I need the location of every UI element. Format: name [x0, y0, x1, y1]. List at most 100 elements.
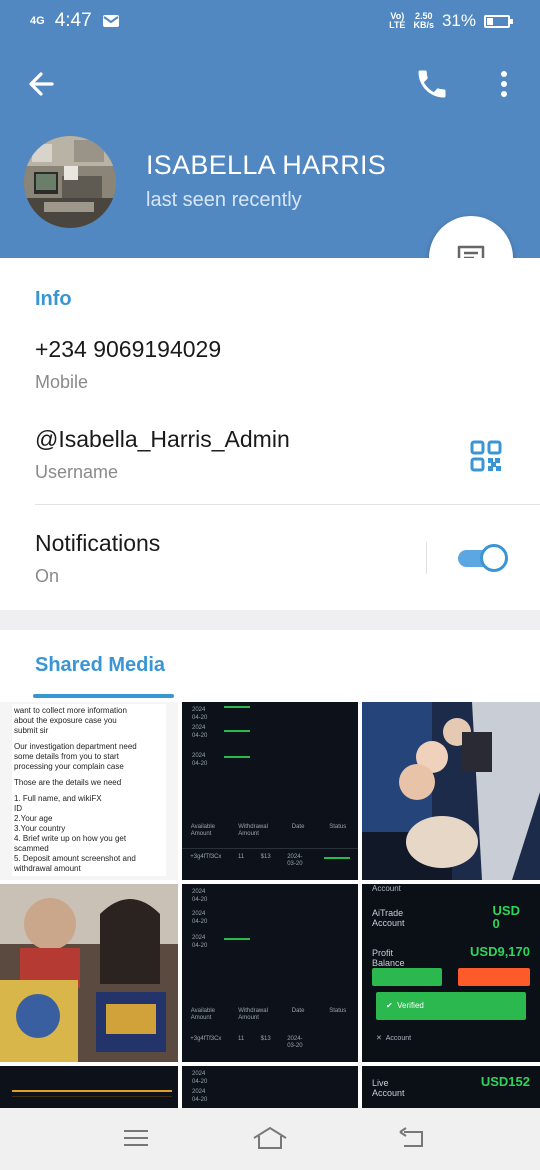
- date-cell: 2024: [192, 725, 206, 731]
- network-speed: 2.50 KB/s: [413, 11, 434, 30]
- document-line: 4. Brief write up on how you get: [14, 834, 127, 843]
- dots-vertical-icon: [501, 71, 507, 97]
- document-line: ID: [14, 804, 22, 813]
- document-line: some details from you to start: [14, 752, 119, 761]
- home-button[interactable]: [252, 1124, 288, 1152]
- table-header: Available Amount: [190, 1008, 215, 1021]
- notifications-label: Notifications: [35, 530, 161, 556]
- table-cell: 11: [237, 854, 245, 860]
- verified-badge: ✔ Verified: [376, 992, 526, 1020]
- recent-apps-button[interactable]: [120, 1124, 152, 1152]
- date-cell: 04-20: [192, 897, 208, 903]
- media-thumb-account-screenshot[interactable]: Account AiTrade Account USD 0 Profit Bal…: [362, 884, 540, 1062]
- status-bar-green: [224, 756, 250, 758]
- account-row: ✕ Account: [376, 1035, 412, 1042]
- notifications-toggle[interactable]: [458, 544, 508, 572]
- media-thumb-chart[interactable]: [0, 1066, 178, 1108]
- media-thumb-table-screenshot-3[interactable]: 2024 04-20 2024 04-20: [182, 1066, 358, 1108]
- document-line: scammed: [14, 844, 49, 853]
- avatar[interactable]: [24, 136, 116, 228]
- battery-icon: [484, 14, 513, 28]
- date-cell: 2024: [192, 889, 206, 895]
- shared-media-section: Shared Media want to collect more inform…: [0, 630, 540, 1108]
- clock: 4:47: [54, 10, 92, 31]
- award-photo: [0, 884, 178, 1062]
- media-thumb-table-screenshot[interactable]: 2024 04-20 2024 04-20 2024 04-20 Availab…: [182, 702, 358, 880]
- table-header: Available Amount: [190, 824, 215, 837]
- back-button[interactable]: [24, 66, 60, 102]
- document-line: about the exposure case you: [14, 716, 117, 725]
- status-bar-green: [224, 730, 250, 732]
- network-signal: 4G: [30, 14, 45, 27]
- live-value: USD152: [480, 1074, 530, 1089]
- chart-line: [12, 1090, 172, 1092]
- mail-icon: [102, 15, 119, 27]
- account-label: Account: [372, 884, 401, 893]
- call-button[interactable]: [414, 66, 450, 102]
- menu-icon: [124, 1130, 148, 1146]
- document-line: Our investigation department need: [14, 742, 137, 751]
- table-cell: +3g4fTf3Cx: [190, 854, 222, 860]
- status-bar-green: [224, 938, 250, 940]
- date-cell: 04-20: [192, 715, 208, 721]
- selfie-photo: [362, 702, 540, 880]
- document-line: processing your complain case: [14, 762, 124, 771]
- phone-label: Mobile: [35, 372, 89, 392]
- section-gap: [0, 610, 540, 630]
- media-thumb-live-account[interactable]: Live Account USD152: [362, 1066, 540, 1108]
- table-header: Date: [291, 1008, 305, 1014]
- table-header: Date: [291, 824, 305, 830]
- balance-label: Balance: [372, 958, 405, 968]
- document-line: want to collect more information: [14, 706, 127, 715]
- more-options-button[interactable]: [490, 66, 518, 102]
- table-header: Withdrawal Amount: [238, 1008, 268, 1021]
- date-cell: 2024: [192, 753, 206, 759]
- info-section: Info +234 9069194029 Mobile @Isabella_Ha…: [0, 258, 540, 610]
- media-thumb-photo-award[interactable]: [0, 884, 178, 1062]
- document-line: withdrawal amount: [14, 864, 81, 873]
- table-cell: 2024-03-20: [287, 854, 303, 867]
- media-thumb-photo-selfie[interactable]: [362, 702, 540, 880]
- date-cell: 04-20: [192, 919, 208, 925]
- contact-name: ISABELLA HARRIS: [146, 150, 387, 180]
- document-text: want to collect more information about th…: [12, 704, 166, 876]
- live-sub: Account: [372, 1088, 405, 1098]
- document-line: 5. Deposit amount screenshot and: [14, 854, 136, 863]
- system-back-button[interactable]: [396, 1124, 428, 1152]
- shared-media-tab[interactable]: Shared Media: [35, 654, 165, 677]
- notifications-state: On: [35, 566, 60, 586]
- arrow-left-icon: [29, 72, 54, 96]
- status-bar: 4G 4:47 Vo) LTE 2.50 KB/s 31%: [0, 0, 540, 44]
- date-cell: 04-20: [192, 761, 208, 767]
- date-cell: 04-20: [192, 1079, 208, 1085]
- table-header: Withdrawal Amount: [238, 824, 268, 837]
- date-cell: 04-20: [192, 943, 208, 949]
- system-nav-bar: [0, 1108, 540, 1170]
- vertical-divider: [426, 542, 427, 574]
- date-cell: 04-20: [192, 733, 208, 739]
- date-cell: 2024: [192, 1089, 206, 1095]
- media-thumb-table-screenshot-2[interactable]: 2024 04-20 2024 04-20 2024 04-20 Availab…: [182, 884, 358, 1062]
- date-cell: 2024: [192, 707, 206, 713]
- date-cell: 2024: [192, 935, 206, 941]
- phone-icon: [418, 70, 446, 98]
- green-action: [372, 968, 442, 986]
- aitrade-label: AiTrade: [372, 908, 404, 918]
- toggle-knob: [480, 544, 508, 572]
- username: @Isabella_Harris_Admin: [35, 426, 290, 452]
- avatar-photo: [24, 136, 116, 228]
- live-label: Live: [372, 1078, 389, 1088]
- profit-value: USD9,170: [470, 944, 530, 959]
- document-line: 1. Full name, and wikiFX: [14, 794, 102, 803]
- profit-label: Profit: [372, 948, 394, 958]
- date-cell: 04-20: [192, 1097, 208, 1103]
- table-header: Status: [329, 1008, 347, 1014]
- table-cell: 2024-03-20: [287, 1036, 303, 1049]
- media-thumb-document[interactable]: want to collect more information about th…: [0, 702, 178, 880]
- document-line: submit sir: [14, 726, 49, 735]
- document-line: 2.Your age: [14, 814, 53, 823]
- qr-code-button[interactable]: [470, 440, 502, 472]
- info-title: Info: [35, 288, 72, 310]
- document-line: Those are the details we need: [14, 778, 122, 787]
- date-cell: 2024: [192, 911, 206, 917]
